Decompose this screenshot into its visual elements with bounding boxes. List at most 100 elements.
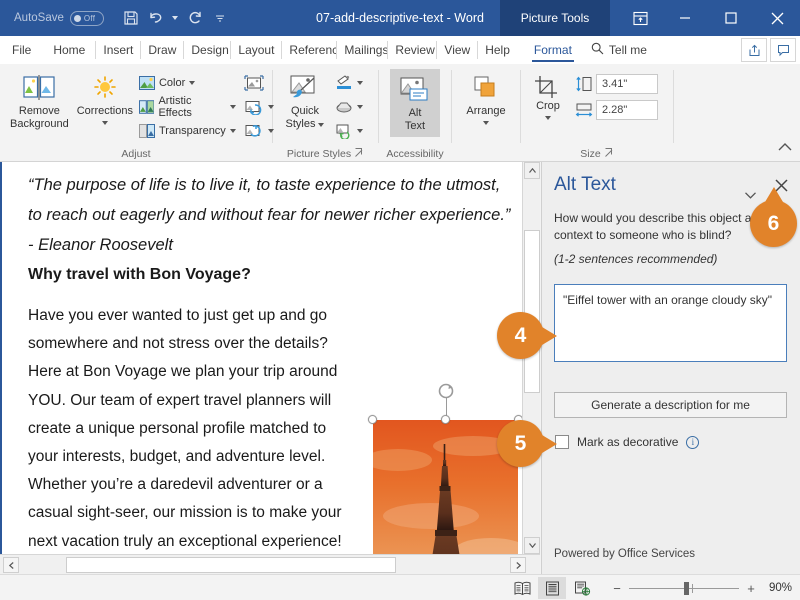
corrections-dropdown-icon[interactable]	[101, 121, 108, 125]
picture-layout-button[interactable]	[333, 119, 365, 143]
picture-border-icon	[337, 75, 351, 89]
tell-me-search[interactable]: Tell me	[591, 36, 647, 64]
alt-text-icon	[398, 73, 432, 107]
scroll-down-button[interactable]	[524, 537, 540, 554]
remove-background-label-1: Remove	[18, 105, 60, 117]
shape-height-field[interactable]: 3.41"	[575, 74, 658, 94]
undo-dropdown-icon[interactable]	[170, 5, 180, 31]
reset-picture-button[interactable]	[242, 119, 276, 143]
compress-pictures-button[interactable]	[242, 71, 276, 95]
tab-design[interactable]: Design	[184, 36, 230, 64]
quick-styles-button[interactable]: Quick Styles	[277, 69, 333, 133]
quick-styles-dropdown-icon[interactable]	[318, 122, 325, 127]
document-horizontal-scrollbar[interactable]	[0, 554, 540, 574]
picture-border-dropdown-icon[interactable]	[357, 81, 363, 85]
alt-text-input[interactable]	[554, 284, 787, 362]
zoom-out-button[interactable]: −	[612, 581, 622, 596]
ribbon-display-options-icon[interactable]	[618, 0, 662, 36]
minimize-icon[interactable]	[662, 0, 708, 36]
close-icon[interactable]	[754, 0, 800, 36]
scroll-right-button[interactable]	[510, 557, 526, 573]
resize-handle-n[interactable]	[441, 415, 450, 424]
tab-help[interactable]: Help	[478, 36, 517, 64]
scroll-left-button[interactable]	[3, 557, 19, 573]
arrange-dropdown-icon[interactable]	[483, 121, 489, 125]
color-dropdown-icon[interactable]	[189, 81, 196, 85]
tab-view[interactable]: View	[437, 36, 477, 64]
tab-home[interactable]: Home	[43, 36, 95, 64]
redo-icon[interactable]	[182, 5, 208, 31]
collapse-ribbon-icon[interactable]	[778, 139, 792, 157]
tab-draw[interactable]: Draw	[141, 36, 183, 64]
shape-width-field[interactable]: 2.28"	[575, 100, 658, 120]
tab-format[interactable]: Format	[527, 36, 579, 64]
transparency-dropdown-icon[interactable]	[229, 129, 236, 133]
tab-mailings[interactable]: Mailings	[337, 36, 387, 64]
print-layout-icon[interactable]	[538, 577, 566, 599]
zoom-slider[interactable]	[629, 581, 739, 595]
transparency-button[interactable]: Transparency	[137, 119, 238, 143]
zoom-control[interactable]: − + 90%	[612, 575, 792, 600]
pane-options-chevron-down-icon[interactable]	[745, 186, 756, 204]
share-icon[interactable]	[741, 38, 767, 62]
info-icon[interactable]: i	[686, 435, 700, 449]
callout-4-number: 4	[514, 323, 527, 347]
mark-as-decorative-checkbox[interactable]	[555, 435, 569, 449]
zoom-level-label[interactable]: 90%	[769, 582, 792, 594]
customize-qat-icon[interactable]	[210, 5, 230, 31]
picture-layout-dropdown-icon[interactable]	[357, 129, 363, 133]
comment-icon[interactable]	[770, 38, 796, 62]
crop-button[interactable]: Crop	[525, 72, 571, 122]
alt-text-button[interactable]: Alt Text	[390, 69, 440, 137]
document-heading[interactable]: Why travel with Bon Voyage?	[28, 266, 251, 284]
generate-description-button[interactable]: Generate a description for me	[554, 392, 787, 418]
save-icon[interactable]	[118, 5, 144, 31]
group-label-arrange	[452, 146, 520, 162]
callout-6-tail	[764, 187, 783, 202]
scroll-thumb[interactable]	[524, 230, 540, 393]
web-layout-icon[interactable]	[568, 577, 596, 599]
picture-border-button[interactable]	[333, 71, 365, 95]
picture-styles-small-buttons	[333, 71, 365, 143]
contextual-tab-picture-tools[interactable]: Picture Tools	[500, 0, 610, 36]
tab-insert[interactable]: Insert	[96, 36, 140, 64]
tab-file[interactable]: File	[0, 36, 43, 64]
width-input[interactable]: 2.28"	[596, 100, 658, 120]
word-window: AutoSave Off 07-add-descriptive-text - W…	[0, 0, 800, 600]
zoom-slider-thumb[interactable]	[684, 581, 689, 595]
document-canvas[interactable]: “The purpose of life is to live it, to t…	[0, 162, 540, 554]
picture-effects-button[interactable]	[333, 95, 365, 119]
scroll-up-button[interactable]	[524, 162, 540, 179]
read-mode-icon[interactable]	[508, 577, 536, 599]
corrections-button[interactable]: Corrections	[73, 69, 137, 127]
document-quote[interactable]: “The purpose of life is to live it, to t…	[28, 170, 518, 260]
picture-effects-dropdown-icon[interactable]	[357, 105, 363, 109]
autosave-switch[interactable]: Off	[69, 10, 104, 26]
ribbon-group-arrange: Arrange	[452, 64, 520, 162]
crop-dropdown-icon[interactable]	[545, 116, 551, 120]
tab-references[interactable]: References	[282, 36, 336, 64]
resize-handle-nw[interactable]	[368, 415, 377, 424]
change-picture-button[interactable]	[242, 95, 276, 119]
document-paragraph[interactable]: Have you ever wanted to just get up and …	[28, 302, 346, 554]
size-dialog-launcher-icon[interactable]	[604, 148, 614, 160]
size-fields: 3.41" 2.28"	[575, 74, 658, 120]
artistic-effects-dropdown-icon[interactable]	[229, 105, 236, 109]
arrange-button[interactable]: Arrange	[457, 69, 515, 127]
tab-layout[interactable]: Layout	[231, 36, 281, 64]
hscroll-thumb[interactable]	[66, 557, 396, 573]
artistic-effects-button[interactable]: Artistic Effects	[137, 95, 238, 119]
crop-label: Crop	[536, 100, 560, 112]
document-page[interactable]: “The purpose of life is to live it, to t…	[0, 162, 523, 554]
rotate-handle[interactable]	[438, 383, 454, 399]
undo-icon[interactable]	[146, 5, 168, 31]
mark-as-decorative-row[interactable]: Mark as decorative i	[555, 435, 700, 449]
remove-background-button[interactable]: Remove Background	[6, 69, 73, 133]
autosave-toggle[interactable]: AutoSave Off	[14, 10, 104, 26]
zoom-in-button[interactable]: +	[746, 581, 756, 596]
height-input[interactable]: 3.41"	[596, 74, 658, 94]
color-button[interactable]: Color	[137, 71, 238, 95]
maximize-icon[interactable]	[708, 0, 754, 36]
picture-styles-dialog-launcher-icon[interactable]	[355, 148, 364, 160]
tab-review[interactable]: Review	[388, 36, 436, 64]
